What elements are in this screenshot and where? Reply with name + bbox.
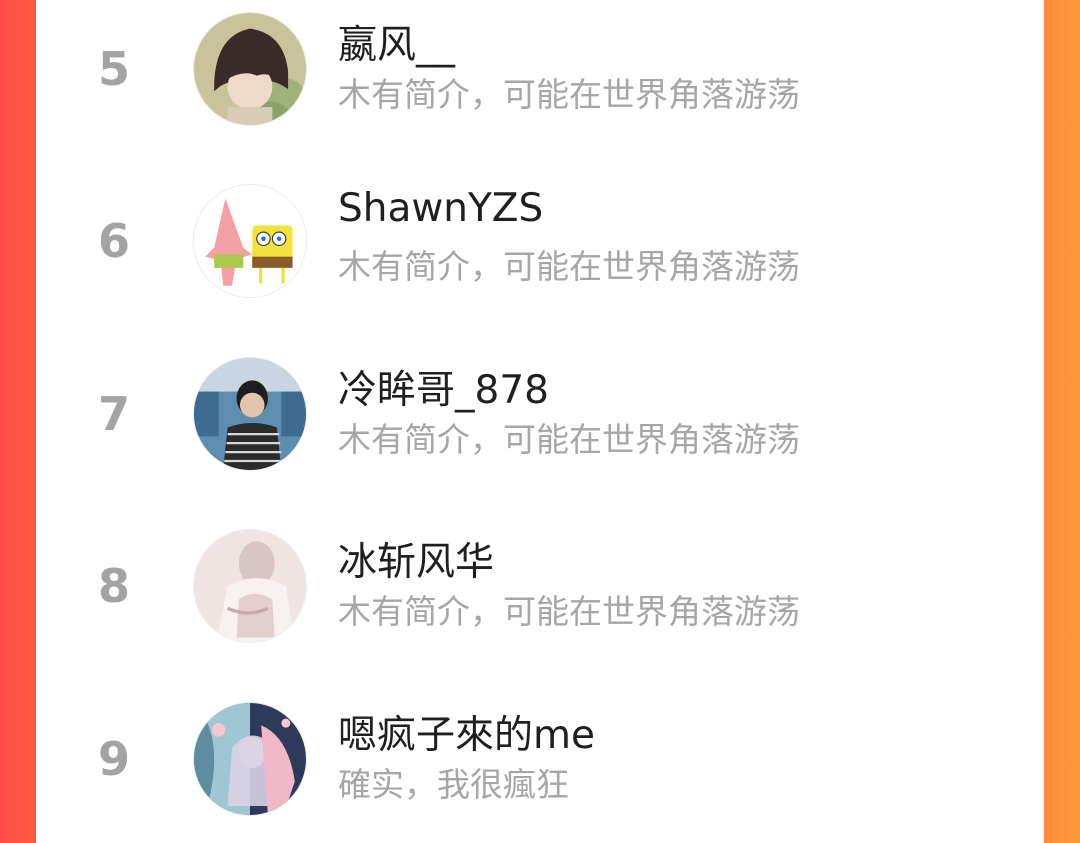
user-name[interactable]: 冰斩风华: [338, 531, 494, 587]
patrick-spongebob-avatar[interactable]: [193, 184, 307, 298]
girl-photo-avatar[interactable]: [193, 529, 307, 643]
user-name[interactable]: ShawnYZS: [338, 186, 543, 231]
user-name[interactable]: 嗯疯子來的me: [338, 704, 595, 760]
user-bio: 木有简介，可能在世界角落游荡: [338, 592, 800, 631]
ranking-row[interactable]: 8 冰斩风华 木有简介，可能在世界角落游荡: [36, 517, 1044, 667]
user-name[interactable]: 嬴风__: [338, 14, 455, 70]
rank-number: 9: [97, 732, 130, 786]
rank-number: 5: [97, 42, 130, 96]
rank-number: 6: [97, 214, 130, 268]
user-bio: 木有简介，可能在世界角落游荡: [338, 75, 800, 114]
user-bio: 木有简介，可能在世界角落游荡: [338, 247, 800, 286]
user-bio: 木有简介，可能在世界角落游荡: [338, 420, 800, 459]
user-name[interactable]: 冷眸哥_878: [338, 359, 549, 415]
rank-number: 7: [97, 387, 130, 441]
ranking-row[interactable]: 7 冷眸哥_878 木有简介，可能在世界角落游荡: [36, 345, 1044, 495]
anime-art-avatar[interactable]: [193, 702, 307, 816]
user-bio: 確实，我很瘋狂: [338, 765, 569, 804]
boy-photo-avatar[interactable]: [193, 357, 307, 471]
ranking-list-panel: 5 嬴风__ 木有简介，可能在世界角落游荡 6 ShawnYZS 木有简介，可能…: [36, 0, 1044, 843]
rank-number: 8: [97, 559, 130, 613]
boy-illustration-avatar[interactable]: [193, 12, 307, 126]
ranking-row[interactable]: 9 嗯疯子來的me 確实，我很瘋狂: [36, 690, 1044, 840]
ranking-row[interactable]: 5 嬴风__ 木有简介，可能在世界角落游荡: [36, 0, 1044, 150]
ranking-row[interactable]: 6 ShawnYZS 木有简介，可能在世界角落游荡: [36, 172, 1044, 322]
